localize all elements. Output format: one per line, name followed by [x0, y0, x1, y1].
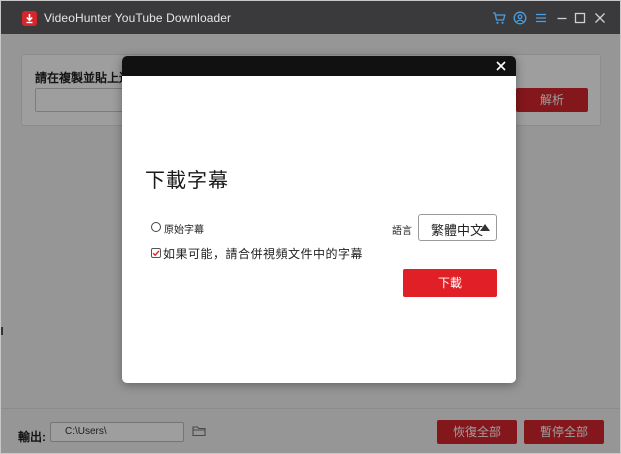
check-icon — [152, 250, 160, 257]
language-value: 繁體中文 — [431, 223, 484, 238]
merge-subtitle-checkbox[interactable] — [151, 248, 161, 258]
app-window: VideoHunter YouTube Downloader 請在複製並貼上連 … — [0, 0, 621, 454]
language-select[interactable]: 繁體中文 — [418, 214, 497, 241]
cart-icon[interactable] — [492, 11, 506, 25]
original-subtitle-radio[interactable] — [151, 222, 161, 232]
language-label: 語言 — [392, 226, 412, 237]
merge-subtitle-label: 如果可能，請合併視頻文件中的字幕 — [163, 247, 364, 261]
app-title: VideoHunter YouTube Downloader — [44, 11, 232, 25]
dialog-header — [122, 56, 516, 76]
minimize-icon[interactable] — [555, 11, 569, 25]
close-icon[interactable] — [593, 11, 607, 25]
title-bar: VideoHunter YouTube Downloader — [1, 1, 620, 34]
download-subtitles-dialog: 下載字幕 原始字幕 語言 繁體中文 如果可能，請合併視頻文件中的字幕 下載 — [122, 56, 516, 383]
maximize-icon[interactable] — [573, 11, 587, 25]
original-subtitle-label: 原始字幕 — [164, 225, 204, 236]
dialog-title: 下載字幕 — [145, 168, 229, 192]
app-logo-icon — [22, 11, 37, 26]
dialog-close-icon[interactable] — [494, 59, 508, 73]
menu-icon[interactable] — [534, 11, 548, 25]
download-button[interactable]: 下載 — [403, 269, 497, 297]
caret-up-icon — [480, 224, 490, 231]
account-icon[interactable] — [513, 11, 527, 25]
